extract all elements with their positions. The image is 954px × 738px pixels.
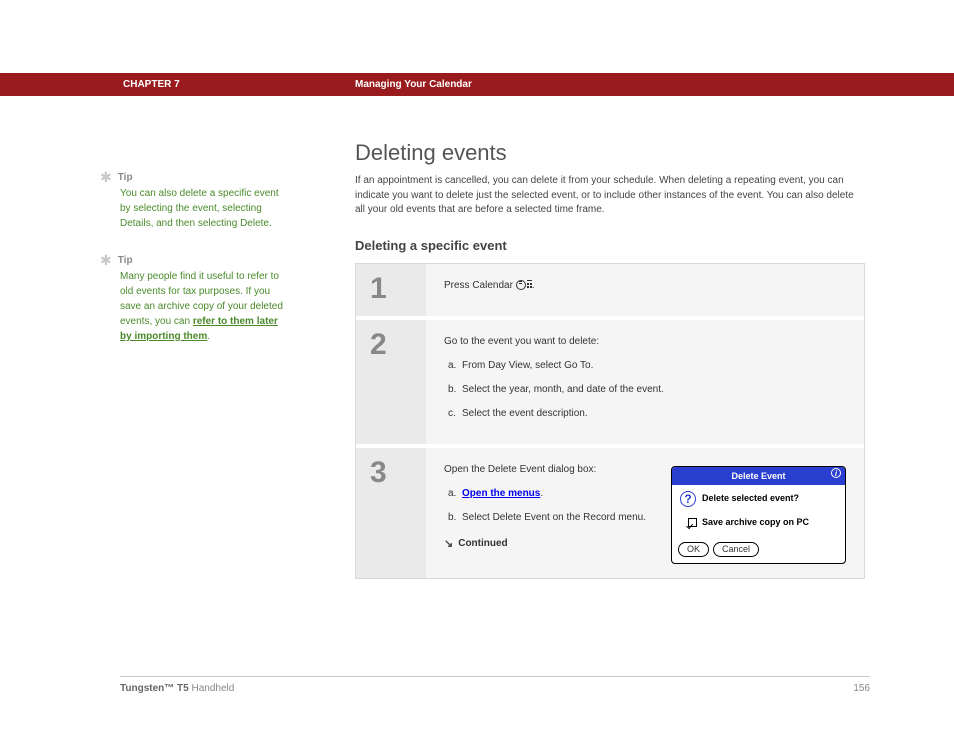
intro-paragraph: If an appointment is cancelled, you can … [355,174,865,218]
step-content: Go to the event you want to delete: a.Fr… [426,320,864,444]
subsection-heading: Deleting a specific event [355,238,865,253]
substep-letter: c. [448,406,462,422]
main-content: Deleting events If an appointment is can… [355,140,865,579]
tip-block: ✱ Tip Many people find it useful to refe… [100,253,290,344]
archive-checkbox-label: Save archive copy on PC [702,515,809,529]
page-title: Deleting events [355,140,865,166]
tip-star-icon: ✱ [100,253,112,267]
footer-product: Tungsten™ T5 Handheld [120,683,234,694]
sidebar-tips: ✱ Tip You can also delete a specific eve… [100,170,290,366]
step-row: 1 Press Calendar . [356,264,864,320]
step-row: 3 Open the Delete Event dialog box: a.Op… [356,448,864,579]
footer-product-rest: Handheld [189,683,235,694]
substep: b.Select Delete Event on the Record menu… [448,510,655,526]
tip-body: Many people find it useful to refer to o… [120,269,290,344]
tip-block: ✱ Tip You can also delete a specific eve… [100,170,290,231]
chapter-label: CHAPTER 7 [123,79,180,90]
step-lead: Go to the event you want to delete: [444,334,846,350]
substep-suffix: . [540,488,543,499]
substep-text: Select the event description. [462,408,588,419]
tip-label: Tip [118,255,133,266]
step-number: 3 [370,458,426,488]
step-content: Open the Delete Event dialog box: a.Open… [426,448,864,579]
substep: a.Open the menus. [448,486,655,502]
chapter-section: Managing Your Calendar [355,79,472,90]
step-trail: . [532,280,535,291]
substep-text: Select Delete Event on the Record menu. [462,512,646,523]
cancel-button[interactable]: Cancel [713,542,759,557]
archive-checkbox[interactable] [688,518,697,527]
question-icon: ? [680,491,696,507]
step-lead: Open the Delete Event dialog box: [444,462,655,478]
steps-table: 1 Press Calendar . 2 Go to the event you… [355,263,865,580]
substep-text: Select the year, month, and date of the … [462,384,664,395]
substep: b.Select the year, month, and date of th… [448,382,846,398]
info-icon[interactable]: i [831,468,841,478]
page-number: 156 [853,683,870,694]
substep-letter: b. [448,382,462,398]
delete-event-dialog: Delete Event i ? Delete selected event? … [671,466,846,565]
page-footer: Tungsten™ T5 Handheld 156 [120,676,870,694]
ok-button[interactable]: OK [678,542,709,557]
substep-letter: a. [448,358,462,374]
chapter-header-bar: CHAPTER 7 Managing Your Calendar [0,73,954,96]
step-number-cell: 2 [356,320,426,444]
step-number: 2 [370,330,426,360]
substep-text: From Day View, select Go To. [462,360,593,371]
tip-label: Tip [118,172,133,183]
step-lead: Press Calendar [444,280,516,291]
tip-body: You can also delete a specific event by … [120,186,290,231]
substep: a.From Day View, select Go To. [448,358,846,374]
step-row: 2 Go to the event you want to delete: a.… [356,320,864,448]
continued-indicator: ↘ Continued [444,536,655,554]
open-menus-link[interactable]: Open the menus [462,488,540,499]
step-number-cell: 1 [356,264,426,316]
calendar-button-icon [516,279,532,290]
substep-letter: b. [448,510,462,526]
step-content: Press Calendar . [426,264,864,316]
dialog-titlebar: Delete Event i [672,467,845,485]
step-number: 1 [370,274,426,304]
substep-letter: a. [448,486,462,502]
step-number-cell: 3 [356,448,426,579]
tip-text: . [207,331,210,342]
dialog-question: Delete selected event? [702,491,799,505]
substep: c.Select the event description. [448,406,846,422]
footer-product-bold: Tungsten™ T5 [120,683,189,694]
dialog-title-text: Delete Event [731,471,785,481]
continued-arrow-icon: ↘ [444,536,453,554]
continued-label: Continued [458,536,507,552]
tip-star-icon: ✱ [100,170,112,184]
